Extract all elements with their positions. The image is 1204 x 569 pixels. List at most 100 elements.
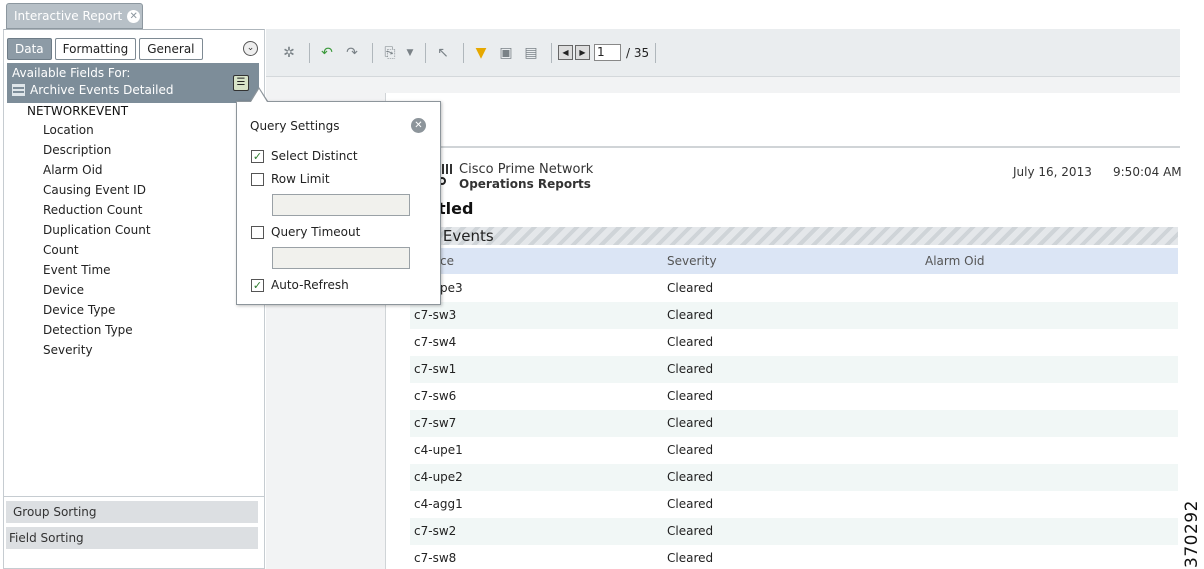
toolbar-separator [655,42,657,63]
query-timeout-label: Query Timeout [271,225,361,239]
query-timeout-input[interactable] [272,247,410,269]
undo-icon[interactable]: ↶ [316,42,338,64]
table-row: c4-upe2 Cleared [410,464,1178,491]
cell-severity: Cleared [667,551,714,565]
cell-severity: Cleared [667,443,714,457]
query-timeout-option[interactable]: Query Timeout [251,225,360,239]
group-sorting-section[interactable]: Group Sorting [6,501,258,523]
table-row: c4-agg1 Cleared [410,491,1178,518]
field-item[interactable]: Detection Type [43,320,151,340]
cell-device: c7-sw2 [414,524,457,538]
toolbar-separator [463,42,464,63]
field-item[interactable]: Description [43,140,151,160]
layout-icon[interactable]: ▣ [495,42,517,64]
filter-icon[interactable]: ▼ [470,42,492,64]
cell-severity: Cleared [667,281,714,295]
report-date: July 16, 2013 [1013,165,1092,179]
field-item[interactable]: Reduction Count [43,200,151,220]
field-item[interactable]: Device [43,280,151,300]
auto-refresh-option[interactable]: ✓ Auto-Refresh [251,278,349,292]
toolbar-separator [425,42,426,63]
first-page-icon[interactable]: ◀ [558,45,573,60]
toolbar-separator [551,42,552,63]
dataset-name: Archive Events Detailed [30,83,174,97]
page-total: / 35 [626,45,650,60]
refresh-icon[interactable]: ✲ [278,42,300,64]
tab-data[interactable]: Data [7,38,52,60]
table-row: c7-sw2 Cleared [410,518,1178,545]
table-icon [12,84,25,96]
cell-severity: Cleared [667,416,714,430]
cell-severity: Cleared [667,308,714,322]
cell-severity: Cleared [667,497,714,511]
select-distinct-option[interactable]: ✓ Select Distinct [251,149,358,163]
cell-severity: Cleared [667,389,714,403]
cell-device: c4-upe1 [414,443,463,457]
field-item[interactable]: Location [43,120,151,140]
field-item[interactable]: Severity [43,340,151,360]
menu-icon[interactable]: ☰ [233,75,249,91]
toolbar-separator [372,42,373,63]
cell-device: c4-agg1 [414,497,463,511]
cell-severity: Cleared [667,335,714,349]
column-alarm-oid[interactable]: Alarm Oid [925,254,985,268]
cell-device: c7-sw7 [414,416,457,430]
figure-number: 370292 [1180,500,1204,569]
page-setup-icon[interactable]: ▤ [520,42,542,64]
row-limit-option[interactable]: Row Limit [251,172,330,186]
report-toolbar: ✲ ↶ ↷ ⎘ ▼ ↖ ▼ ▣ ▤ ◀ ▶ 1 / 35 [266,29,1180,77]
toolbar-separator [309,42,310,63]
row-limit-checkbox[interactable] [251,172,264,186]
available-fields-header: Available Fields For: Archive Events Det… [7,63,259,103]
tree-root-node[interactable]: NETWORKEVENT [27,104,151,120]
select-distinct-checkbox[interactable]: ✓ [251,149,264,163]
field-item[interactable]: Alarm Oid [43,160,151,180]
next-page-icon[interactable]: ▶ [575,45,590,60]
field-item[interactable]: Count [43,240,151,260]
popup-title: Query Settings [250,119,340,133]
cell-device: c7-sw4 [414,335,457,349]
collapse-icon[interactable]: ⌄ [243,41,258,56]
field-sorting-section[interactable]: Field Sorting [6,527,258,549]
select-distinct-label: Select Distinct [271,149,358,163]
redo-icon[interactable]: ↷ [341,42,363,64]
report-tab[interactable]: Interactive Report ✕ [6,3,143,29]
report-title: tled [438,199,474,218]
row-limit-label: Row Limit [271,172,330,186]
tab-general[interactable]: General [139,38,203,60]
table-row: pe3 Cleared [410,275,1178,302]
column-severity[interactable]: Severity [667,254,717,268]
report-header-divider [385,146,1180,148]
page-number-input[interactable]: 1 [594,44,621,61]
report-tab-label: Interactive Report [14,9,123,23]
tab-formatting[interactable]: Formatting [54,38,137,60]
cell-device: c7-sw6 [414,389,457,403]
field-item[interactable]: Device Type [43,300,151,320]
cell-device: c7-sw1 [414,362,457,376]
query-settings-popup: Query Settings ✕ ✓ Select Distinct Row L… [236,101,441,305]
close-icon[interactable]: ✕ [127,9,141,23]
table-header: ce Severity Alarm Oid [410,248,1178,274]
brand-name: Cisco Prime Network [459,162,594,177]
field-item[interactable]: Event Time [43,260,151,280]
column-device[interactable]: ce [440,254,454,268]
panel-divider [4,496,264,497]
available-fields-label: Available Fields For: [12,66,131,80]
cell-device: c7-sw3 [414,308,457,322]
export-icon[interactable]: ⎘ [379,42,401,64]
field-item[interactable]: Causing Event ID [43,180,151,200]
brand-subtitle: Operations Reports [459,177,591,191]
auto-refresh-checkbox[interactable]: ✓ [251,278,264,292]
row-limit-input[interactable] [272,194,410,216]
cell-device: c4-upe2 [414,470,463,484]
query-timeout-checkbox[interactable] [251,225,264,239]
table-row: c7-sw1 Cleared [410,356,1178,383]
close-icon[interactable]: ✕ [411,118,426,133]
dropdown-arrow-icon[interactable]: ▼ [404,42,416,64]
panel-tabs: Data Formatting General [7,38,203,60]
table-row: c7-sw3 Cleared [410,302,1178,329]
select-cursor-icon[interactable]: ↖ [432,42,454,64]
left-panel: Data Formatting General ⌄ Available Fiel… [3,29,265,569]
table-row: c7-sw4 Cleared [410,329,1178,356]
field-item[interactable]: Duplication Count [43,220,151,240]
